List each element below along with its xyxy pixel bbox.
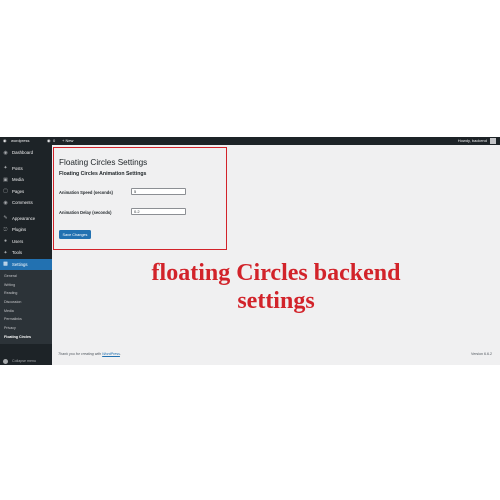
sidebar-item-dashboard[interactable]: ◉ Dashboard xyxy=(0,147,52,159)
new-content-link[interactable]: + New xyxy=(62,137,73,145)
user-icon: ● xyxy=(3,238,8,244)
pages-icon: ▢ xyxy=(3,188,8,194)
dashboard-icon: ◉ xyxy=(3,149,8,156)
section-title: Floating Circles Animation Settings xyxy=(59,171,147,177)
submenu-item-reading[interactable]: Reading xyxy=(0,289,52,298)
sidebar-item-comments[interactable]: ◉ Comments xyxy=(0,197,52,209)
admin-sidebar: ◉ Dashboard ✦ Posts ▣ Media ▢ Pages ◉ Comment… xyxy=(0,145,52,365)
annotation-title-line-2: settings xyxy=(237,288,315,314)
annotation-title-line-1: floating Circles backend xyxy=(151,260,401,286)
comment-icon: ◉ xyxy=(3,199,8,206)
submenu-item-media[interactable]: Media xyxy=(0,307,52,316)
sidebar-item-tools[interactable]: ✦ Tools xyxy=(0,247,52,259)
animation-delay-input[interactable] xyxy=(131,208,186,215)
animation-speed-label: Animation Speed (seconds) xyxy=(59,190,113,195)
collapse-menu-button[interactable]: Collapse menu xyxy=(0,356,52,365)
comment-icon[interactable]: ◉ xyxy=(47,137,51,145)
animation-speed-input[interactable] xyxy=(131,188,186,195)
footer-version: Version 6.6.2 xyxy=(471,352,492,356)
wordpress-logo-icon[interactable]: ◉ xyxy=(3,137,7,145)
submenu-item-discussion[interactable]: Discussion xyxy=(0,298,52,307)
sidebar-item-pages[interactable]: ▢ Pages xyxy=(0,186,52,198)
pin-icon: ✦ xyxy=(3,165,8,171)
submenu-item-floating-circles[interactable]: Floating Circles xyxy=(0,333,52,342)
collapse-menu-label: Collapse menu xyxy=(12,359,36,363)
settings-submenu: General Writing Reading Discussion Media… xyxy=(0,270,52,344)
sidebar-item-posts[interactable]: ✦ Posts xyxy=(0,163,52,175)
sidebar-item-settings[interactable]: ▩ Settings xyxy=(0,258,52,270)
main-content: Floating Circles Settings Floating Circl… xyxy=(52,145,500,365)
sidebar-item-media[interactable]: ▣ Media xyxy=(0,174,52,186)
wrench-icon: ✦ xyxy=(3,249,8,256)
submenu-item-permalinks[interactable]: Permalinks xyxy=(0,315,52,324)
submenu-item-writing[interactable]: Writing xyxy=(0,281,52,290)
admin-bar: ◉ wordpress ◉ 0 + New Howdy, backend xyxy=(0,137,500,145)
footer-thanks: Thank you for creating with WordPress. xyxy=(58,352,121,356)
media-icon: ▣ xyxy=(3,176,8,183)
submenu-item-general[interactable]: General xyxy=(0,272,52,281)
account-greeting[interactable]: Howdy, backend xyxy=(458,137,487,145)
avatar[interactable] xyxy=(490,138,496,144)
wordpress-link[interactable]: WordPress xyxy=(102,352,120,356)
animation-delay-label: Animation Delay (seconds) xyxy=(59,210,112,215)
sidebar-item-appearance[interactable]: ✎ Appearance xyxy=(0,213,52,225)
submenu-item-privacy[interactable]: Privacy xyxy=(0,324,52,333)
sidebar-item-plugins[interactable]: ⎋ Plugins xyxy=(0,224,52,236)
sidebar-item-users[interactable]: ● Users xyxy=(0,236,52,248)
site-name-link[interactable]: wordpress xyxy=(11,137,29,145)
collapse-icon xyxy=(3,359,8,364)
wp-admin-screenshot: ◉ wordpress ◉ 0 + New Howdy, backend ◉ Da… xyxy=(0,137,500,365)
plugin-icon: ⎋ xyxy=(3,226,8,233)
page-title: Floating Circles Settings xyxy=(59,158,148,167)
comments-count[interactable]: 0 xyxy=(53,137,55,145)
settings-icon: ▩ xyxy=(3,261,8,267)
save-changes-button[interactable]: Save Changes xyxy=(59,230,91,239)
paintbrush-icon: ✎ xyxy=(3,215,8,221)
